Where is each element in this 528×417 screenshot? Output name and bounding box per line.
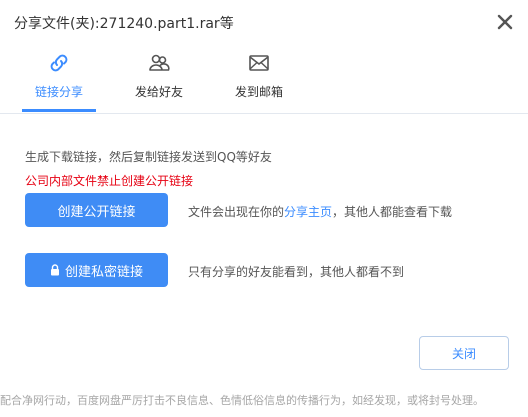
warning-text: 公司内部文件禁止创建公开链接 — [25, 174, 194, 188]
tab-send-mail[interactable]: 发到邮箱 — [214, 45, 304, 113]
share-dialog: 分享文件(夹):271240.part1.rar等 链接分享 发给好友 发到邮箱… — [0, 0, 528, 417]
friends-icon — [149, 54, 170, 71]
public-link-note: 文件会出现在你的分享主页，其他人都能查看下载 — [188, 203, 452, 220]
create-public-link-label: 创建公开链接 — [57, 204, 136, 220]
private-link-note: 只有分享的好友能看到，其他人都看不到 — [188, 265, 405, 279]
lock-icon — [50, 264, 59, 276]
public-note-before: 文件会出现在你的 — [188, 205, 285, 219]
share-homepage-link[interactable]: 分享主页 — [284, 205, 332, 219]
public-note-after: ，其他人都能查看下载 — [332, 205, 453, 219]
tab-link-share[interactable]: 链接分享 — [14, 45, 104, 113]
create-private-link-button[interactable]: 创建私密链接 — [25, 253, 168, 287]
share-tabs: 链接分享 发给好友 发到邮箱 — [0, 45, 528, 113]
tab-link-share-label: 链接分享 — [34, 85, 83, 99]
tab-send-friend[interactable]: 发给好友 — [114, 45, 204, 113]
dialog-titlebar: 分享文件(夹):271240.part1.rar等 — [0, 0, 528, 45]
tab-send-mail-label: 发到邮箱 — [234, 85, 283, 99]
create-private-link-label: 创建私密链接 — [64, 264, 143, 280]
footer-notice: 配合净网行动，百度网盘严厉打击不良信息、色情低俗信息的传播行为，如经发现，或将封… — [0, 394, 484, 407]
tab-send-friend-label: 发给好友 — [134, 85, 183, 99]
close-icon[interactable] — [495, 12, 515, 32]
tabs-divider — [0, 113, 528, 114]
mail-icon — [249, 55, 269, 71]
create-public-link-button[interactable]: 创建公开链接 — [25, 193, 168, 227]
link-icon — [50, 54, 68, 72]
close-button[interactable]: 关闭 — [419, 336, 509, 370]
share-description: 生成下载链接，然后复制链接发送到QQ等好友 — [25, 150, 272, 164]
dialog-title: 分享文件(夹):271240.part1.rar等 — [14, 16, 234, 32]
